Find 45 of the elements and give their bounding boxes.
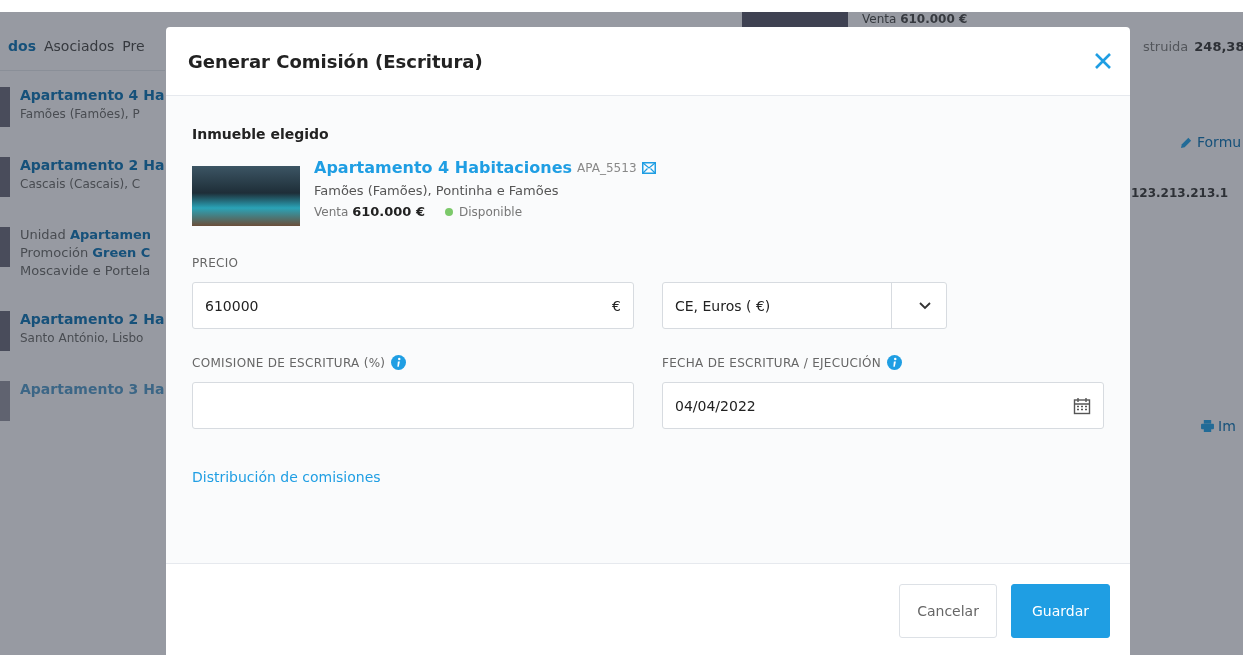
- area-value: 248,38: [1194, 39, 1243, 54]
- property-location: Famões (Famões), Pontinha e Famões: [314, 183, 560, 198]
- listing-location: Famões (Famões), P: [20, 107, 141, 121]
- field-label: FECHA DE ESCRITURA / EJECUCIÓN: [662, 355, 882, 370]
- commission-field[interactable]: [192, 382, 634, 429]
- date-field[interactable]: 04/04/2022: [662, 382, 1104, 429]
- envelope-icon[interactable]: [641, 161, 656, 174]
- listing-location: Cascais (Cascais), C: [20, 177, 142, 191]
- printer-icon: [1201, 420, 1214, 432]
- cancel-button[interactable]: Cancelar: [899, 584, 997, 638]
- print-link[interactable]: Im: [1218, 418, 1236, 434]
- listing-line: Moscavide e Portela: [20, 263, 152, 278]
- calendar-icon[interactable]: [1073, 396, 1091, 415]
- chevron-down-icon: [919, 301, 931, 310]
- field-label: PRECIO: [192, 256, 239, 270]
- dialog-title: Generar Comisión (Escritura): [188, 50, 483, 72]
- currency-dropdown[interactable]: CE, Euros ( €): [662, 282, 947, 329]
- listing-line: Promoción Green C: [20, 245, 152, 260]
- tab[interactable]: Asociados: [44, 38, 115, 54]
- tab[interactable]: Pre: [122, 38, 145, 54]
- info-icon[interactable]: [391, 355, 407, 370]
- area-label: struida: [1143, 39, 1189, 54]
- status-dot: [444, 207, 453, 216]
- form-link[interactable]: Formu: [1197, 134, 1242, 150]
- info-icon[interactable]: [887, 355, 903, 370]
- pencil-icon: [1180, 135, 1193, 149]
- status-text: Disponible: [458, 204, 522, 219]
- listing-title[interactable]: Apartamento 2 Ha: [20, 311, 165, 327]
- close-button[interactable]: [1094, 52, 1112, 70]
- field-label: COMISIONE DE ESCRITURA (%): [192, 355, 386, 370]
- distribution-link[interactable]: Distribución de comisiones: [192, 469, 381, 485]
- tab[interactable]: dos: [8, 38, 36, 54]
- code-text: 123.213.213.1: [1131, 186, 1230, 200]
- section-title: Inmueble elegido: [192, 126, 330, 142]
- listing-location: Santo António, Lisbo: [20, 331, 145, 345]
- listing-title[interactable]: Apartamento 2 Ha: [20, 157, 165, 173]
- property-price: Venta 610.000 €: [314, 204, 425, 219]
- listing-line: Unidad Apartamen: [20, 227, 152, 242]
- listing-title[interactable]: Apartamento 4 Ha: [20, 87, 165, 103]
- listing-title[interactable]: Apartamento 3 Ha: [20, 381, 165, 397]
- property-title[interactable]: Apartamento 4 Habitaciones: [314, 158, 573, 177]
- listing-price: Venta 610.000 €: [862, 12, 968, 27]
- save-button[interactable]: Guardar: [1010, 584, 1110, 638]
- property-reference: APA_5513: [577, 160, 637, 175]
- price-field[interactable]: 610000 €: [192, 282, 634, 329]
